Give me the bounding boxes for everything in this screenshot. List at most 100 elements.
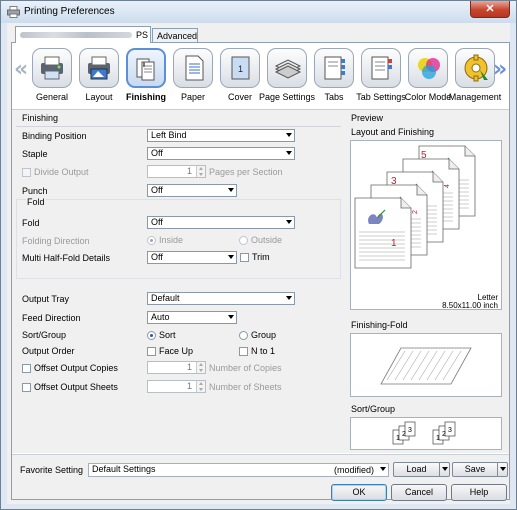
ribbon-item-page-settings[interactable]: Page Settings: [259, 47, 315, 105]
multi-half-fold-label: Multi Half-Fold Details: [22, 253, 111, 263]
divide-output-unit: Pages per Section: [209, 167, 283, 177]
help-button[interactable]: Help: [451, 484, 507, 501]
face-up-checkbox[interactable]: [147, 347, 156, 356]
offset-sheets-stepper[interactable]: 1: [147, 380, 206, 393]
window-title: Printing Preferences: [24, 6, 115, 17]
layout-icon: [79, 48, 119, 88]
offset-copies-value: 1: [186, 362, 192, 372]
punch-value: Off: [151, 185, 163, 195]
outside-radio[interactable]: [239, 236, 248, 245]
inside-label: Inside: [159, 235, 184, 245]
fold-select[interactable]: Off: [147, 216, 295, 229]
output-tray-select[interactable]: Default: [147, 292, 295, 305]
chevron-down-icon: [286, 296, 292, 300]
ribbon-item-general[interactable]: General: [29, 47, 75, 105]
feed-direction-select[interactable]: Auto: [147, 311, 237, 324]
finishing-settings: Finishing Binding Position Left Bind Sta…: [16, 113, 341, 453]
favorite-setting-select[interactable]: Default Settings (modified): [88, 463, 389, 477]
output-tray-value: Default: [151, 293, 180, 303]
offset-sheets-value: 1: [186, 381, 192, 391]
tab-settings-icon: [361, 48, 401, 88]
punch-select[interactable]: Off: [147, 184, 237, 197]
cancel-button[interactable]: Cancel: [391, 484, 447, 501]
save-button[interactable]: Save: [452, 462, 508, 477]
client-area: PS Advanced « General Layout Finishing P…: [7, 23, 510, 504]
page-number-5: 5: [421, 150, 427, 161]
ribbon-item-cover[interactable]: 1 Cover: [217, 47, 263, 105]
ribbon-item-paper[interactable]: Paper: [170, 47, 216, 105]
sort-preview-label: Sort/Group: [351, 404, 396, 414]
divide-output-checkbox[interactable]: [22, 168, 31, 177]
offset-sheets-checkbox[interactable]: [22, 383, 31, 392]
feed-direction-value: Auto: [151, 312, 170, 322]
ribbon-item-finishing[interactable]: Finishing: [123, 47, 169, 105]
chevron-down-icon: [228, 255, 234, 259]
multi-half-fold-select[interactable]: Off: [147, 251, 237, 264]
sort-number-2a: 2: [402, 431, 406, 438]
trim-checkbox[interactable]: [240, 253, 249, 262]
n-to-1-checkbox[interactable]: [239, 347, 248, 356]
sort-group-preview: 1 2 3 1 2 3: [350, 417, 502, 450]
group-radio[interactable]: [239, 331, 248, 340]
save-dropdown-icon[interactable]: [497, 463, 507, 476]
offset-copies-unit: Number of Copies: [209, 363, 282, 373]
multi-half-fold-value: Off: [151, 252, 163, 262]
stepper-arrows-icon[interactable]: [196, 362, 205, 373]
tab-panel: « General Layout Finishing Paper 1 Cover…: [11, 42, 510, 500]
stacked-pages-preview: 5 4 3 2 1: [354, 145, 476, 269]
load-button[interactable]: Load: [393, 462, 450, 477]
sort-number-3a: 3: [408, 427, 412, 434]
divide-output-stepper[interactable]: 1: [147, 165, 206, 178]
ribbon-item-management[interactable]: Management: [449, 47, 501, 105]
offset-copies-label: Offset Output Copies: [34, 363, 118, 373]
staple-select[interactable]: Off: [147, 147, 295, 160]
offset-copies-stepper[interactable]: 1: [147, 361, 206, 374]
management-icon: [455, 48, 495, 88]
ribbon-item-layout[interactable]: Layout: [76, 47, 122, 105]
sort-number-3b: 3: [448, 427, 452, 434]
divide-output-label: Divide Output: [34, 167, 89, 177]
general-icon: [32, 48, 72, 88]
svg-text:1: 1: [238, 64, 243, 74]
stepper-arrows-icon[interactable]: [196, 166, 205, 177]
scroll-left-icon[interactable]: «: [14, 57, 28, 82]
sort-stacks-icon: 1 2 3 1 2 3: [392, 421, 456, 445]
ribbon-label-management: Management: [448, 92, 502, 102]
driver-name-blurred: [20, 32, 132, 38]
ribbon-item-tab-settings[interactable]: Tab Settings: [356, 47, 406, 105]
favorite-modified-status: (modified): [333, 465, 374, 475]
title-bar[interactable]: Printing Preferences ✕: [1, 1, 516, 23]
ok-button[interactable]: OK: [331, 484, 387, 501]
page-settings-icon: [267, 48, 307, 88]
printer-icon: [7, 6, 20, 18]
ribbon-item-tabs[interactable]: Tabs: [311, 47, 357, 105]
close-button[interactable]: ✕: [470, 1, 510, 18]
output-tray-label: Output Tray: [22, 294, 70, 304]
ribbon-item-color-mode[interactable]: Color Mode: [405, 47, 451, 105]
inside-radio[interactable]: [147, 236, 156, 245]
trim-label: Trim: [252, 252, 270, 262]
stepper-arrows-icon[interactable]: [196, 381, 205, 392]
tab-advanced[interactable]: Advanced: [152, 28, 198, 43]
paper-icon: [173, 48, 213, 88]
tab-ps[interactable]: PS: [15, 26, 151, 43]
color-mode-icon: [408, 48, 448, 88]
staple-value: Off: [151, 148, 163, 158]
fold-value: Off: [151, 217, 163, 227]
fold-preview: [350, 333, 502, 397]
scroll-right-icon[interactable]: »: [493, 57, 507, 82]
divide-output-value: 1: [186, 166, 192, 176]
tabs-icon: [314, 48, 354, 88]
feed-direction-label: Feed Direction: [22, 313, 81, 323]
page-number-2: 2: [412, 210, 419, 214]
binding-position-select[interactable]: Left Bind: [147, 129, 295, 142]
fold-label: Fold: [22, 218, 40, 228]
preview-section-label: Preview: [351, 113, 384, 123]
sort-radio[interactable]: [147, 331, 156, 340]
load-dropdown-icon[interactable]: [439, 463, 449, 476]
favorite-setting-value: Default Settings: [92, 464, 156, 474]
offset-copies-checkbox[interactable]: [22, 364, 31, 373]
chevron-down-icon: [228, 188, 234, 192]
sort-number-1a: 1: [396, 435, 400, 442]
save-label: Save: [464, 464, 486, 474]
